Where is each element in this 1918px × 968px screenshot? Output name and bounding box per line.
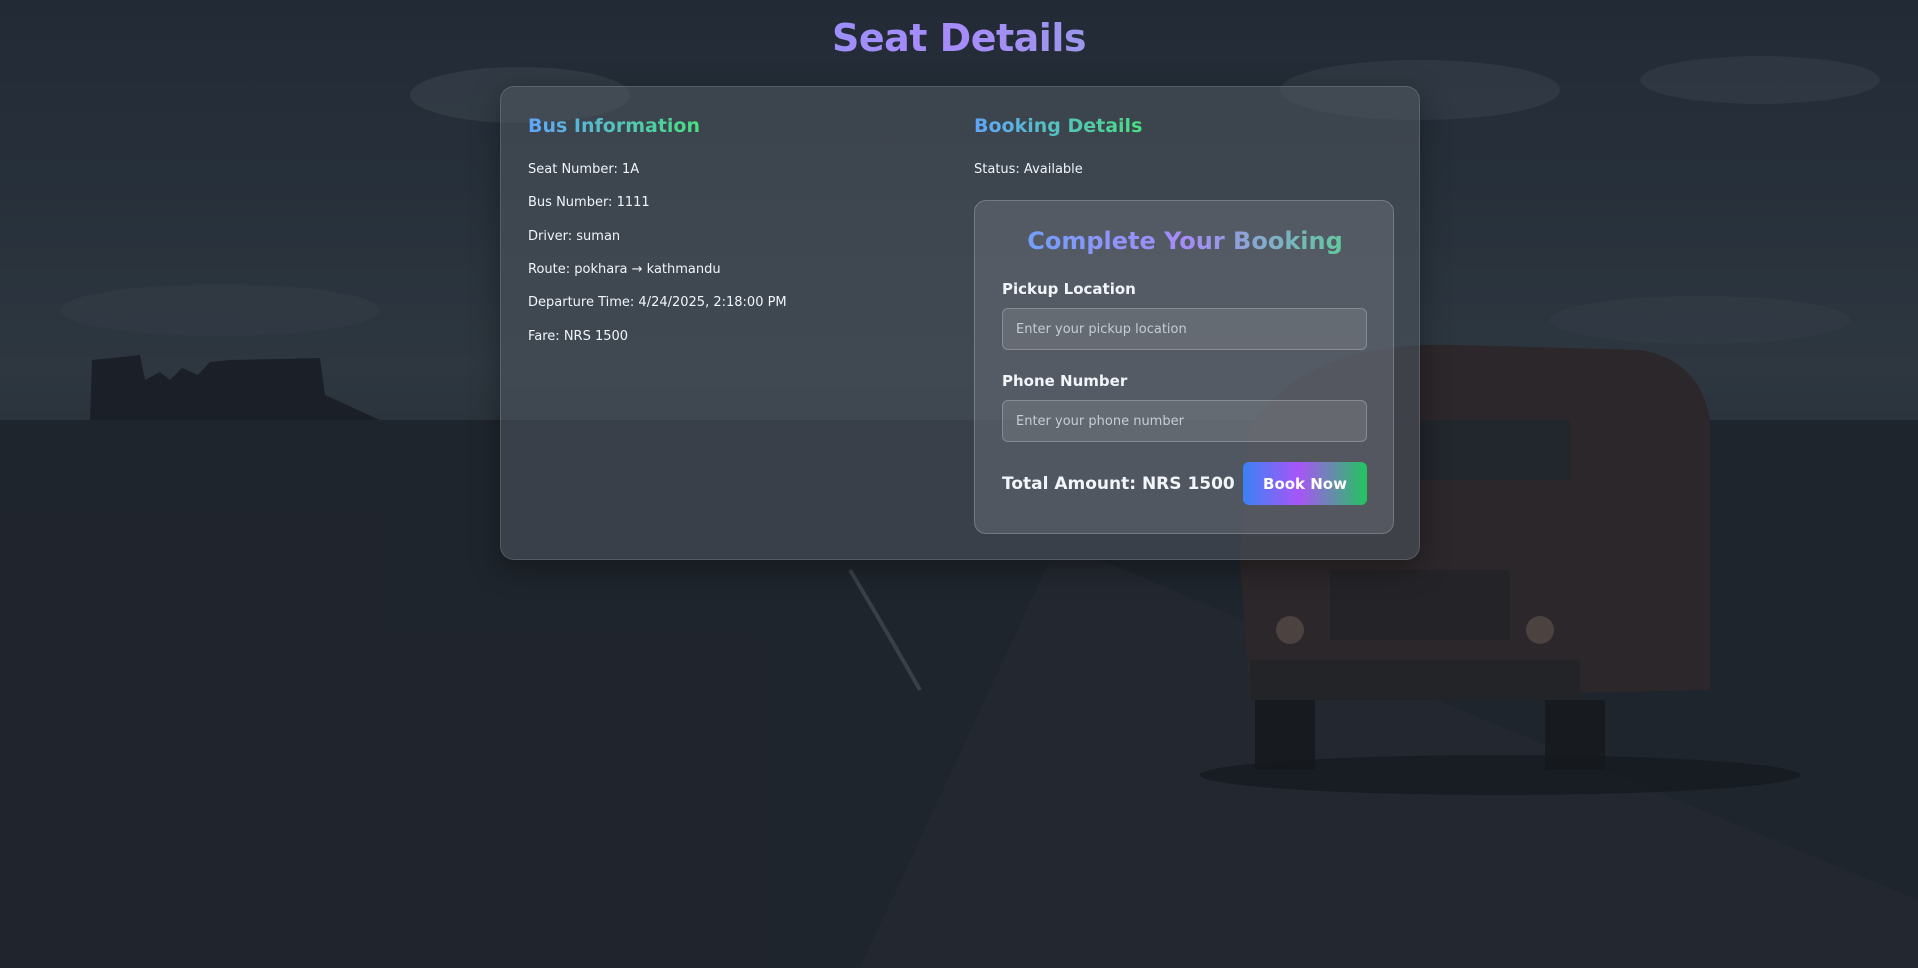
driver: Driver: suman	[528, 229, 621, 244]
total-amount: Total Amount: NRS 1500	[1002, 474, 1235, 494]
bus-number: Bus Number: 1111	[528, 195, 650, 210]
booking-details-heading: Booking Details	[974, 115, 1143, 137]
bus-information-heading: Bus Information	[528, 115, 701, 137]
seat-number: Seat Number: 1A	[528, 162, 640, 177]
phone-number-label: Phone Number	[1002, 372, 1128, 390]
status: Status: Available	[974, 162, 1083, 177]
departure-time: Departure Time: 4/24/2025, 2:18:00 PM	[528, 295, 787, 310]
route: Route: pokhara → kathmandu	[528, 262, 721, 277]
page-title: Seat Details	[0, 16, 1918, 60]
book-now-button[interactable]: Book Now	[1243, 462, 1367, 505]
seat-details-card: Bus Information Seat Number: 1A Bus Numb…	[500, 86, 1420, 560]
phone-number-input[interactable]	[1002, 400, 1367, 442]
pickup-location-label: Pickup Location	[1002, 280, 1136, 298]
fare: Fare: NRS 1500	[528, 329, 629, 344]
booking-form: Complete Your Booking Pickup Location Ph…	[974, 200, 1394, 534]
booking-form-title: Complete Your Booking	[975, 227, 1395, 255]
pickup-location-input[interactable]	[1002, 308, 1367, 350]
